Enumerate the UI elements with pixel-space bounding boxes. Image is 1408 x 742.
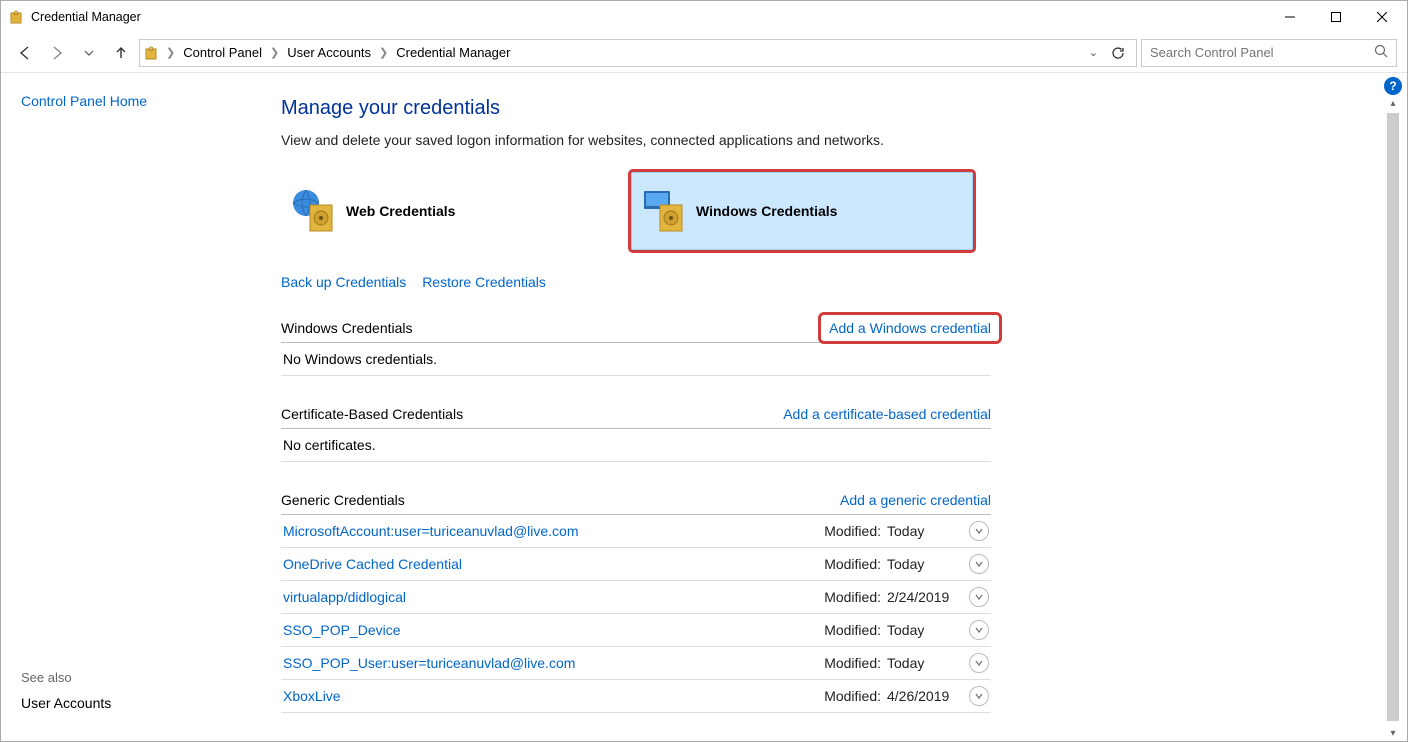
credential-name[interactable]: XboxLive bbox=[283, 688, 824, 704]
credential-name[interactable]: SSO_POP_User:user=turiceanuvlad@live.com bbox=[283, 655, 824, 671]
up-button[interactable] bbox=[107, 39, 135, 67]
credential-name[interactable]: OneDrive Cached Credential bbox=[283, 556, 824, 572]
expand-chevron-icon[interactable] bbox=[969, 587, 989, 607]
minimize-button[interactable] bbox=[1267, 2, 1313, 32]
refresh-button[interactable] bbox=[1104, 39, 1132, 67]
titlebar: Credential Manager bbox=[1, 1, 1407, 33]
expand-chevron-icon[interactable] bbox=[969, 620, 989, 640]
page-description: View and delete your saved logon informa… bbox=[281, 132, 1339, 148]
expand-chevron-icon[interactable] bbox=[969, 686, 989, 706]
search-input[interactable] bbox=[1150, 45, 1374, 60]
add-generic-credential-link[interactable]: Add a generic credential bbox=[840, 492, 991, 508]
breadcrumb-user-accounts[interactable]: User Accounts bbox=[285, 43, 373, 62]
add-certificate-credential-link[interactable]: Add a certificate-based credential bbox=[783, 406, 991, 422]
credential-manager-icon bbox=[144, 45, 160, 61]
modified-value: Today bbox=[887, 556, 959, 572]
expand-chevron-icon[interactable] bbox=[969, 653, 989, 673]
credential-row[interactable]: XboxLiveModified: 4/26/2019 bbox=[281, 680, 991, 713]
windows-empty-text: No Windows credentials. bbox=[281, 343, 991, 376]
modified-label: Modified: bbox=[824, 655, 881, 671]
page-title: Manage your credentials bbox=[281, 97, 1339, 120]
chevron-right-icon[interactable]: ❯ bbox=[266, 46, 283, 59]
chevron-down-icon[interactable]: ⌄ bbox=[1085, 46, 1102, 59]
scrollbar-thumb[interactable] bbox=[1387, 113, 1399, 721]
credential-name[interactable]: virtualapp/didlogical bbox=[283, 589, 824, 605]
recent-dropdown-button[interactable] bbox=[75, 39, 103, 67]
chevron-right-icon[interactable]: ❯ bbox=[162, 46, 179, 59]
modified-value: Today bbox=[887, 655, 959, 671]
modified-label: Modified: bbox=[824, 688, 881, 704]
credential-row[interactable]: SSO_POP_User:user=turiceanuvlad@live.com… bbox=[281, 647, 991, 680]
section-title: Certificate-Based Credentials bbox=[281, 406, 463, 422]
modified-label: Modified: bbox=[824, 523, 881, 539]
control-panel-home-link[interactable]: Control Panel Home bbox=[21, 93, 231, 109]
close-button[interactable] bbox=[1359, 2, 1405, 32]
modified-value: Today bbox=[887, 523, 959, 539]
main-content: Manage your credentials View and delete … bbox=[251, 73, 1379, 741]
search-box[interactable] bbox=[1141, 39, 1397, 67]
navigation-bar: ❯ Control Panel ❯ User Accounts ❯ Creden… bbox=[1, 33, 1407, 73]
credential-row[interactable]: MicrosoftAccount:user=turiceanuvlad@live… bbox=[281, 515, 991, 548]
section-title: Windows Credentials bbox=[281, 320, 413, 336]
breadcrumb-credential-manager[interactable]: Credential Manager bbox=[394, 43, 512, 62]
scroll-down-button[interactable]: ▾ bbox=[1385, 725, 1401, 741]
modified-value: 2/24/2019 bbox=[887, 589, 959, 605]
help-icon[interactable]: ? bbox=[1384, 77, 1402, 95]
generic-credentials-section: Generic Credentials Add a generic creden… bbox=[281, 486, 991, 713]
forward-button[interactable] bbox=[43, 39, 71, 67]
scrollbar-track[interactable] bbox=[1385, 113, 1401, 723]
modified-value: 4/26/2019 bbox=[887, 688, 959, 704]
search-icon[interactable] bbox=[1374, 44, 1388, 61]
certificate-credentials-section: Certificate-Based Credentials Add a cert… bbox=[281, 400, 991, 462]
see-also-label: See also bbox=[21, 670, 231, 685]
credential-name[interactable]: MicrosoftAccount:user=turiceanuvlad@live… bbox=[283, 523, 824, 539]
user-accounts-link[interactable]: User Accounts bbox=[21, 695, 231, 711]
section-title: Generic Credentials bbox=[281, 492, 405, 508]
globe-safe-icon bbox=[290, 187, 338, 235]
credential-type-tiles: Web Credentials Windows Credentials bbox=[281, 172, 991, 250]
restore-credentials-link[interactable]: Restore Credentials bbox=[422, 274, 546, 290]
windows-credentials-section: Windows Credentials Add a Windows creden… bbox=[281, 314, 991, 376]
sidebar: Control Panel Home See also User Account… bbox=[1, 73, 251, 741]
windows-credentials-tile[interactable]: Windows Credentials bbox=[631, 172, 973, 250]
credential-row[interactable]: virtualapp/didlogicalModified: 2/24/2019 bbox=[281, 581, 991, 614]
window-title: Credential Manager bbox=[31, 10, 1267, 24]
window-controls bbox=[1267, 2, 1405, 32]
expand-chevron-icon[interactable] bbox=[969, 554, 989, 574]
expand-chevron-icon[interactable] bbox=[969, 521, 989, 541]
backup-credentials-link[interactable]: Back up Credentials bbox=[281, 274, 406, 290]
tile-label: Windows Credentials bbox=[696, 203, 837, 219]
maximize-button[interactable] bbox=[1313, 2, 1359, 32]
credential-row[interactable]: OneDrive Cached CredentialModified: Today bbox=[281, 548, 991, 581]
credential-manager-icon bbox=[9, 9, 25, 25]
backup-restore-links: Back up Credentials Restore Credentials bbox=[281, 274, 1339, 290]
credential-row[interactable]: SSO_POP_DeviceModified: Today bbox=[281, 614, 991, 647]
right-gutter: ? ▴ ▾ bbox=[1379, 73, 1407, 741]
tile-label: Web Credentials bbox=[346, 203, 455, 219]
add-windows-credential-link[interactable]: Add a Windows credential bbox=[829, 320, 991, 336]
breadcrumb-control-panel[interactable]: Control Panel bbox=[181, 43, 264, 62]
monitor-safe-icon bbox=[640, 187, 688, 235]
modified-value: Today bbox=[887, 622, 959, 638]
modified-label: Modified: bbox=[824, 622, 881, 638]
back-button[interactable] bbox=[11, 39, 39, 67]
modified-label: Modified: bbox=[824, 556, 881, 572]
web-credentials-tile[interactable]: Web Credentials bbox=[281, 172, 623, 250]
credential-name[interactable]: SSO_POP_Device bbox=[283, 622, 824, 638]
chevron-right-icon[interactable]: ❯ bbox=[375, 46, 392, 59]
scroll-up-button[interactable]: ▴ bbox=[1385, 95, 1401, 111]
modified-label: Modified: bbox=[824, 589, 881, 605]
address-bar[interactable]: ❯ Control Panel ❯ User Accounts ❯ Creden… bbox=[139, 39, 1137, 67]
cert-empty-text: No certificates. bbox=[281, 429, 991, 462]
